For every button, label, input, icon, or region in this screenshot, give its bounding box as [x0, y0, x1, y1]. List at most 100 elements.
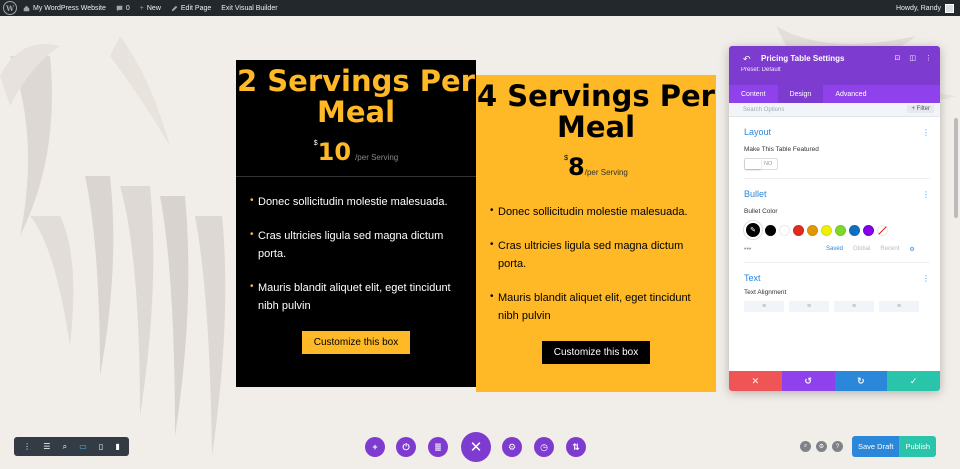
home-icon — [23, 5, 30, 11]
price-frequency: /per Serving — [584, 168, 628, 177]
background-carrots-left — [0, 36, 226, 456]
settings-small-icon[interactable]: ⚙ — [816, 441, 827, 452]
tab-advanced[interactable]: Advanced — [823, 85, 878, 103]
align-right-icon[interactable]: ≡ — [834, 301, 874, 312]
wp-admin-bar: W My WordPress Website 0 + New Edit Page… — [0, 0, 960, 16]
palette-tab-global[interactable]: Global — [853, 246, 870, 253]
color-swatches: ✎ — [744, 221, 930, 239]
menu-dots-icon[interactable]: ⋮ — [23, 442, 31, 451]
admin-bar-exit-builder[interactable]: Exit Visual Builder — [221, 5, 277, 12]
history-icon: ◷ — [540, 441, 548, 452]
phone-view-icon[interactable]: ▮ — [115, 442, 119, 451]
admin-bar-account[interactable]: Howdy, Randy — [895, 3, 954, 13]
section-title[interactable]: Bullet — [744, 189, 930, 199]
search-placeholder: Search Options — [743, 106, 785, 113]
publish-button[interactable]: Publish — [899, 436, 937, 457]
section-title[interactable]: Layout — [744, 127, 930, 137]
panel-footer: ✕ ↺ ↻ ✓ — [729, 371, 940, 391]
gear-icon: ⚙ — [507, 441, 517, 452]
color-swatch[interactable] — [807, 224, 818, 236]
color-swatch[interactable] — [863, 224, 874, 236]
align-left-icon[interactable]: ≡ — [744, 301, 784, 312]
settings-button[interactable]: ⚙ — [502, 437, 522, 457]
eyedropper-icon[interactable]: ✎ — [744, 221, 762, 239]
redo-button[interactable]: ↻ — [834, 371, 888, 391]
wordpress-logo-icon[interactable]: W — [3, 1, 17, 15]
sort-arrows-icon: ⇅ — [572, 441, 580, 452]
undo-button[interactable]: ↺ — [781, 371, 835, 391]
save-draft-button[interactable]: Save Draft — [852, 436, 900, 457]
color-swatch[interactable] — [835, 224, 846, 236]
currency-symbol: $ — [564, 155, 569, 162]
panel-tabs: Content Design Advanced — [729, 85, 940, 103]
more-options-icon[interactable]: ⋮ — [925, 54, 932, 62]
palette-tab-saved[interactable]: Saved — [826, 246, 843, 253]
portability-button[interactable]: ⇅ — [566, 437, 586, 457]
close-icon: ✕ — [751, 375, 760, 386]
color-swatch[interactable] — [849, 224, 860, 236]
layers-button[interactable]: ≣ — [428, 437, 448, 457]
layers-icon: ≣ — [434, 441, 442, 452]
section-menu-icon[interactable]: ⋮ — [922, 274, 930, 283]
add-module-button[interactable]: + — [365, 437, 385, 457]
search-options-input[interactable]: Search Options + Filter — [729, 103, 940, 117]
greeting-label: Howdy, Randy — [895, 4, 941, 12]
save-button[interactable]: ✓ — [887, 371, 940, 391]
color-swatch[interactable] — [765, 224, 776, 236]
toggle-value: NO — [764, 161, 773, 167]
filter-button[interactable]: + Filter — [907, 105, 934, 113]
list-item: Cras ultricies ligula sed magna dictum p… — [250, 226, 462, 263]
split-view-icon[interactable]: ◫ — [909, 54, 916, 62]
customize-box-button[interactable]: Customize this box — [302, 331, 410, 354]
page-scrollbar[interactable] — [954, 118, 958, 218]
section-title[interactable]: Text — [744, 273, 930, 283]
discard-button[interactable]: ✕ — [729, 371, 782, 391]
featured-label: Make This Table Featured — [744, 146, 819, 153]
admin-bar-site-name[interactable]: My WordPress Website — [23, 5, 106, 12]
align-justify-icon[interactable]: ≡ — [879, 301, 919, 312]
price-amount: 10 — [317, 138, 352, 166]
palette-tab-recent[interactable]: Recent — [880, 246, 899, 253]
pricing-table-2-servings: 2 Servings Per Meal $10/per Serving Done… — [236, 60, 476, 387]
section-menu-icon[interactable]: ⋮ — [922, 128, 930, 137]
redo-icon: ↻ — [857, 375, 865, 386]
close-icon: ✕ — [469, 439, 483, 456]
view-mode-bar: ⋮ ☰ ⌕ ▭ ▯ ▮ — [14, 437, 129, 456]
tab-design[interactable]: Design — [777, 85, 824, 103]
zoom-icon[interactable]: ⌕ — [63, 442, 67, 452]
toggle-knob — [745, 159, 761, 169]
admin-bar-comments[interactable]: 0 — [116, 5, 130, 12]
tablet-view-icon[interactable]: ▯ — [99, 442, 103, 451]
close-builder-button[interactable]: ✕ — [461, 432, 491, 462]
panel-header[interactable]: ↶ Pricing Table Settings Preset: Default… — [729, 46, 940, 85]
list-item: Cras ultricies ligula sed magna dictum p… — [490, 236, 702, 273]
section-menu-icon[interactable]: ⋮ — [922, 190, 930, 199]
power-button[interactable]: ⏻ — [396, 437, 416, 457]
tab-content[interactable]: Content — [729, 85, 778, 103]
edit-page-label: Edit Page — [180, 4, 212, 12]
layout-section: Layout ⋮ Make This Table Featured NO — [744, 117, 930, 179]
search-icon[interactable]: ⌕ — [800, 441, 811, 452]
pricing-table-settings-panel: ↶ Pricing Table Settings Preset: Default… — [729, 46, 940, 391]
palette-tabs: Saved Global Recent ⚙ — [826, 246, 915, 253]
fullscreen-icon[interactable]: ⊡ — [895, 54, 901, 62]
wireframe-icon[interactable]: ☰ — [43, 442, 50, 451]
history-button[interactable]: ◷ — [534, 437, 554, 457]
help-icon[interactable]: ? — [832, 441, 843, 452]
color-swatch[interactable] — [793, 224, 804, 236]
comment-icon — [116, 5, 123, 11]
exit-builder-label: Exit Visual Builder — [221, 4, 278, 12]
customize-box-button[interactable]: Customize this box — [542, 341, 650, 364]
preset-selector[interactable]: Preset: Default — [741, 67, 781, 73]
desktop-view-icon[interactable]: ▭ — [79, 442, 87, 451]
gear-icon[interactable]: ⚙ — [909, 246, 914, 253]
no-color-swatch[interactable] — [877, 224, 888, 236]
admin-bar-edit-page[interactable]: Edit Page — [171, 5, 211, 12]
more-colors-icon[interactable]: ••• — [744, 246, 751, 253]
featured-toggle[interactable]: NO — [744, 158, 778, 170]
color-swatch[interactable] — [821, 224, 832, 236]
admin-bar-new[interactable]: + New — [140, 5, 161, 12]
align-center-icon[interactable]: ≡ — [789, 301, 829, 312]
undo-arrow-icon[interactable]: ↶ — [743, 54, 751, 65]
color-swatch[interactable] — [779, 224, 790, 236]
